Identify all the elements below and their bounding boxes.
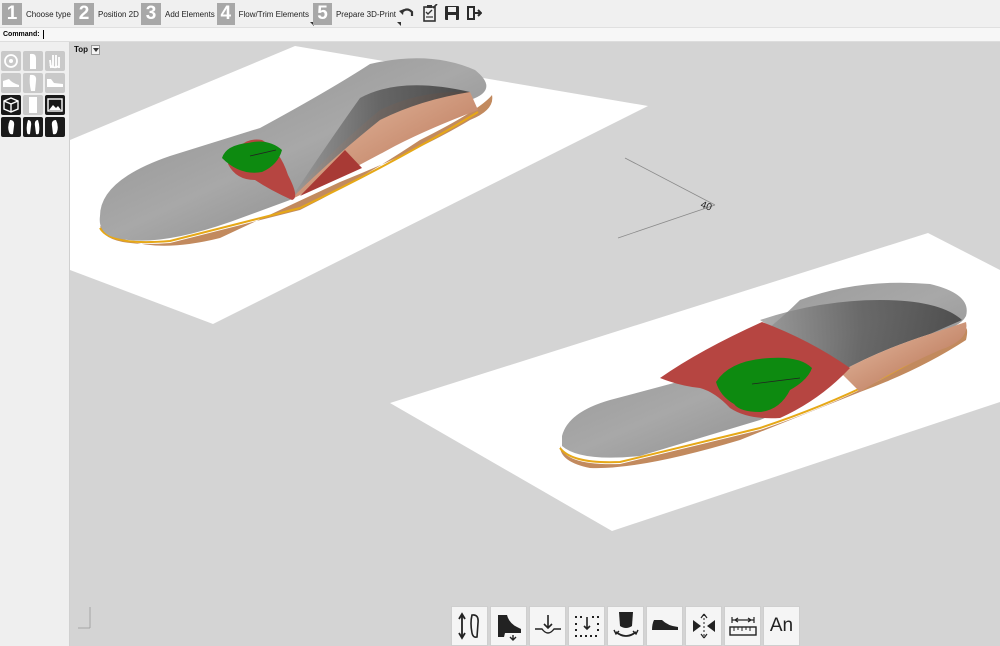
sole-profile-icon bbox=[651, 620, 678, 630]
clipboard-check-icon[interactable] bbox=[421, 4, 439, 22]
image-icon[interactable] bbox=[45, 95, 65, 115]
annotation-icon: An bbox=[769, 615, 794, 636]
left-foot-icon[interactable] bbox=[45, 117, 65, 137]
undo-icon[interactable] bbox=[398, 4, 416, 22]
step-number: 2 bbox=[74, 3, 94, 25]
step-add-elements[interactable]: 3 Add Elements bbox=[141, 2, 215, 26]
step-label: Add Elements bbox=[165, 9, 215, 19]
flip-feet-button[interactable] bbox=[451, 606, 488, 646]
step-prepare-3d-print[interactable]: 5 Prepare 3D-Print bbox=[313, 2, 401, 26]
shoe-side-icon[interactable] bbox=[1, 73, 21, 93]
exit-icon[interactable] bbox=[465, 4, 483, 22]
right-foot-icon[interactable] bbox=[1, 117, 21, 137]
rotate-heel-icon bbox=[612, 612, 639, 637]
bottom-toolbar: An bbox=[451, 606, 800, 646]
main-toolbar: 1 Choose type 2 Position 2D 3 Add Elemen… bbox=[0, 0, 1000, 28]
view-name-label[interactable]: Top bbox=[74, 45, 88, 54]
command-bar[interactable]: Command: bbox=[0, 28, 1000, 42]
insole-icon[interactable] bbox=[23, 95, 43, 115]
rotate-heel-button[interactable] bbox=[607, 606, 644, 646]
cube-icon[interactable] bbox=[1, 95, 21, 115]
step-label: Position 2D bbox=[98, 9, 139, 19]
command-input-caret[interactable] bbox=[43, 30, 44, 39]
step-number: 4 bbox=[217, 3, 235, 25]
sole-profile-button[interactable] bbox=[646, 606, 683, 646]
3d-viewport[interactable]: 40 bbox=[70, 42, 1000, 646]
heel-height-icon bbox=[497, 615, 521, 641]
step-number: 1 bbox=[2, 3, 22, 25]
step-label: Choose type bbox=[26, 9, 71, 19]
step-number: 5 bbox=[313, 3, 332, 25]
depth-button[interactable] bbox=[529, 606, 566, 646]
annotation-button[interactable]: An bbox=[763, 606, 800, 646]
command-label: Command: bbox=[3, 31, 40, 38]
foot-profile-icon[interactable] bbox=[45, 73, 65, 93]
measure-icon bbox=[728, 617, 757, 636]
chevron-down-icon bbox=[92, 48, 99, 52]
left-tool-panel bbox=[0, 42, 70, 646]
sole-icon[interactable] bbox=[23, 73, 43, 93]
step-label: Flow/Trim Elements bbox=[238, 9, 309, 19]
save-icon[interactable] bbox=[443, 4, 461, 22]
foot-outline-icon[interactable] bbox=[23, 51, 43, 71]
flip-feet-icon bbox=[457, 612, 479, 640]
offset-grid-button[interactable] bbox=[568, 606, 605, 646]
step-choose-type[interactable]: 1 Choose type bbox=[2, 2, 71, 26]
both-feet-icon[interactable] bbox=[23, 117, 43, 137]
dimension-label: 40 bbox=[699, 199, 714, 213]
stretch-icon bbox=[692, 613, 715, 639]
measure-button[interactable] bbox=[724, 606, 761, 646]
target-icon[interactable] bbox=[1, 51, 21, 71]
scene-canvas: 40 bbox=[70, 46, 1000, 629]
offset-grid-icon bbox=[574, 616, 599, 637]
step-number: 3 bbox=[141, 3, 161, 25]
hand-icon[interactable] bbox=[45, 51, 65, 71]
view-dropdown-button[interactable] bbox=[91, 45, 100, 55]
stretch-button[interactable] bbox=[685, 606, 722, 646]
heel-height-button[interactable] bbox=[490, 606, 527, 646]
step-position-2d[interactable]: 2 Position 2D bbox=[74, 2, 139, 26]
dropdown-indicator-icon bbox=[397, 22, 401, 26]
step-flow-trim-elements[interactable]: 4 Flow/Trim Elements bbox=[217, 2, 314, 26]
step-label: Prepare 3D-Print bbox=[335, 9, 396, 19]
depth-arrow-icon bbox=[534, 615, 561, 634]
